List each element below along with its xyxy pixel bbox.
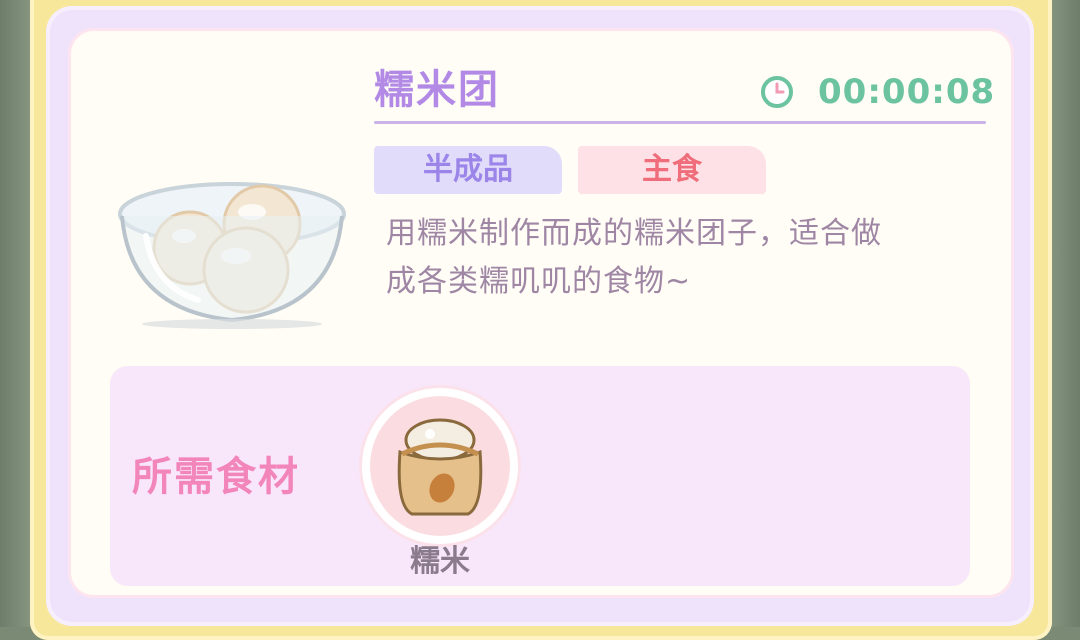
rice-ball-bowl-icon xyxy=(118,182,346,329)
ingredient-name: 糯米 xyxy=(410,544,470,579)
ingredient-slot[interactable] xyxy=(362,388,518,544)
ingredient-slot-bg xyxy=(370,396,510,536)
dish-title: 糯米团 xyxy=(374,67,500,113)
cook-timer: 00:00:08 xyxy=(760,70,995,114)
timer-value: 00:00:08 xyxy=(818,72,996,112)
tag-semi-finished: 半成品 xyxy=(374,146,562,194)
title-divider xyxy=(374,121,986,124)
rice-sack-icon xyxy=(397,418,483,516)
description-line: 成各类糯叽叽的食物~ xyxy=(386,264,692,299)
ingredients-title: 所需食材 xyxy=(132,454,300,500)
dish-description: 用糯米制作而成的糯米团子，适合做 成各类糯叽叽的食物~ xyxy=(386,210,982,306)
description-line: 用糯米制作而成的糯米团子，适合做 xyxy=(386,216,882,251)
clock-icon xyxy=(761,76,793,108)
tag-staple-food: 主食 xyxy=(578,146,766,194)
